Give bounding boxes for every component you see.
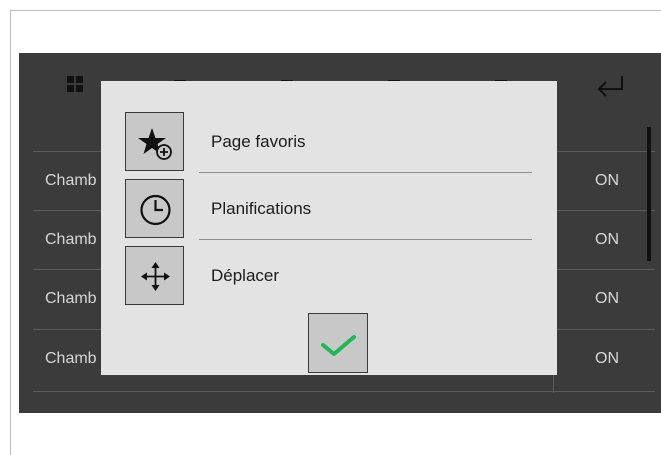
status-text: ON [595, 290, 619, 307]
status-text: ON [595, 231, 619, 248]
menu-item-schedules[interactable]: Planifications [101, 179, 557, 241]
confirm-button[interactable] [308, 313, 368, 373]
divider [33, 391, 655, 392]
status-text: ON [595, 172, 619, 189]
menu-item-favorites[interactable]: Page favoris [101, 112, 557, 174]
divider [199, 239, 532, 240]
menu-item-move[interactable]: Déplacer [101, 246, 557, 308]
checkmark-icon [321, 335, 356, 356]
star-add-icon[interactable] [125, 112, 184, 171]
room-label: Chamb [45, 172, 97, 189]
context-menu-dialog: Page favoris Planifications Déplacer [101, 81, 557, 375]
menu-item-label: Page favoris [211, 132, 306, 151]
room-label: Chamb [45, 231, 97, 248]
menu-item-label: Déplacer [211, 266, 280, 285]
room-label: Chamb [45, 350, 97, 367]
scrollbar[interactable] [647, 127, 651, 261]
status-text: ON [595, 350, 619, 367]
room-label: Chamb [45, 290, 97, 307]
clock-icon[interactable] [125, 179, 184, 238]
menu-item-label: Planifications [211, 199, 312, 218]
grid-menu-icon[interactable] [67, 76, 83, 92]
divider [199, 172, 532, 173]
move-arrows-icon[interactable] [125, 246, 184, 305]
back-icon[interactable] [594, 73, 626, 97]
